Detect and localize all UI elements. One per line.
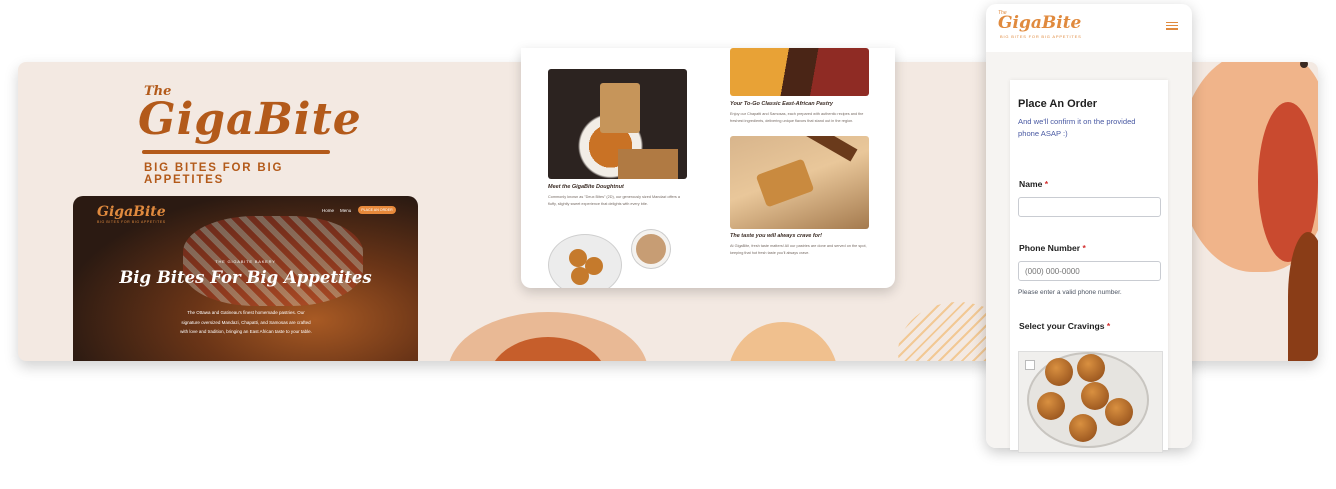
desktop-preview: GigaBite BIG BITES FOR BIG APPETITES Hom… xyxy=(73,196,418,361)
item-caption: Your To-Go Classic East-African Pastry xyxy=(730,101,833,107)
required-mark: * xyxy=(1106,321,1111,331)
doughnut xyxy=(1077,354,1105,382)
samosa xyxy=(755,158,815,208)
phone-input[interactable] xyxy=(1018,261,1161,281)
mobile-header: The GigaBite BIG BITES FOR BIG APPETITES xyxy=(986,4,1192,53)
required-mark: * xyxy=(1044,179,1049,189)
form-subtitle: And we'll confirm it on the provided pho… xyxy=(1018,117,1136,138)
phone-label: Phone Number * xyxy=(1019,243,1086,253)
cutting-board xyxy=(618,149,678,179)
rolling-pin-icon xyxy=(142,150,330,154)
logo-wordmark: GigaBite xyxy=(138,94,362,145)
place-order-button[interactable]: PLACE AN ORDER xyxy=(358,206,396,214)
doughnut xyxy=(1081,382,1109,410)
doughnut xyxy=(1105,398,1133,426)
decor-blob xyxy=(728,322,838,361)
cravings-label: Select your Cravings * xyxy=(1019,321,1110,331)
nav-home[interactable]: Home xyxy=(322,208,334,213)
mobile-logo[interactable]: GigaBite xyxy=(998,13,1081,33)
craving-checkbox[interactable] xyxy=(1025,360,1035,370)
doughnut xyxy=(1069,414,1097,442)
item-body: At GigaBite, fresh taste matters! All ou… xyxy=(730,244,867,255)
hero-headline: Big Bites For Big Appetites xyxy=(119,268,372,287)
tea-cup-photo xyxy=(632,230,670,268)
rolling-pin xyxy=(772,136,858,162)
hero-paragraph: The Ottawa and Gatineau's finest homemad… xyxy=(180,310,312,334)
name-input[interactable] xyxy=(1018,197,1161,217)
item-body: Enjoy our Chapatti and Samosas, each pre… xyxy=(730,112,864,123)
doughnut-photo xyxy=(548,69,687,179)
nav-menu[interactable]: Menu xyxy=(340,208,351,213)
paper-bag xyxy=(600,83,640,133)
decor-blob xyxy=(1288,232,1318,361)
cravings-label-text: Select your Cravings xyxy=(1019,321,1105,331)
phone-help-text: Please enter a valid phone number. xyxy=(1018,289,1122,296)
doughnut-plate-photo xyxy=(548,234,622,288)
item-body: Commonly known as "Deux Bites" (2D), our… xyxy=(548,195,680,206)
name-label-text: Name xyxy=(1019,179,1043,189)
phone-label-text: Phone Number xyxy=(1019,243,1081,253)
hamburger-icon[interactable] xyxy=(1166,20,1178,32)
doughnut xyxy=(1037,392,1065,420)
form-title: Place An Order xyxy=(1018,98,1098,110)
item-caption: The taste you will always crave for! xyxy=(730,233,823,239)
required-mark: * xyxy=(1082,243,1086,253)
logo-tagline: BIG BITES FOR BIG APPETITES xyxy=(144,162,284,186)
name-label: Name * xyxy=(1019,179,1048,189)
mobile-logo-tagline: BIG BITES FOR BIG APPETITES xyxy=(1000,34,1082,39)
tablet-preview: Meet the GigaBite Doughtnut Commonly kno… xyxy=(521,48,895,288)
doughnut xyxy=(1045,358,1073,386)
desktop-logo[interactable]: GigaBite xyxy=(97,204,166,220)
desktop-logo-tagline: BIG BITES FOR BIG APPETITES xyxy=(97,220,166,224)
item-caption: Meet the GigaBite Doughtnut xyxy=(548,184,624,190)
hero-overline: THE GIGABITE BAKERY xyxy=(215,259,276,264)
samosa-photo xyxy=(730,136,869,229)
craving-option-doughnut[interactable] xyxy=(1018,351,1163,453)
brand-logo: The GigaBite BIG BITES FOR BIG APPETITES xyxy=(122,84,361,186)
pastry-photo xyxy=(730,48,869,96)
